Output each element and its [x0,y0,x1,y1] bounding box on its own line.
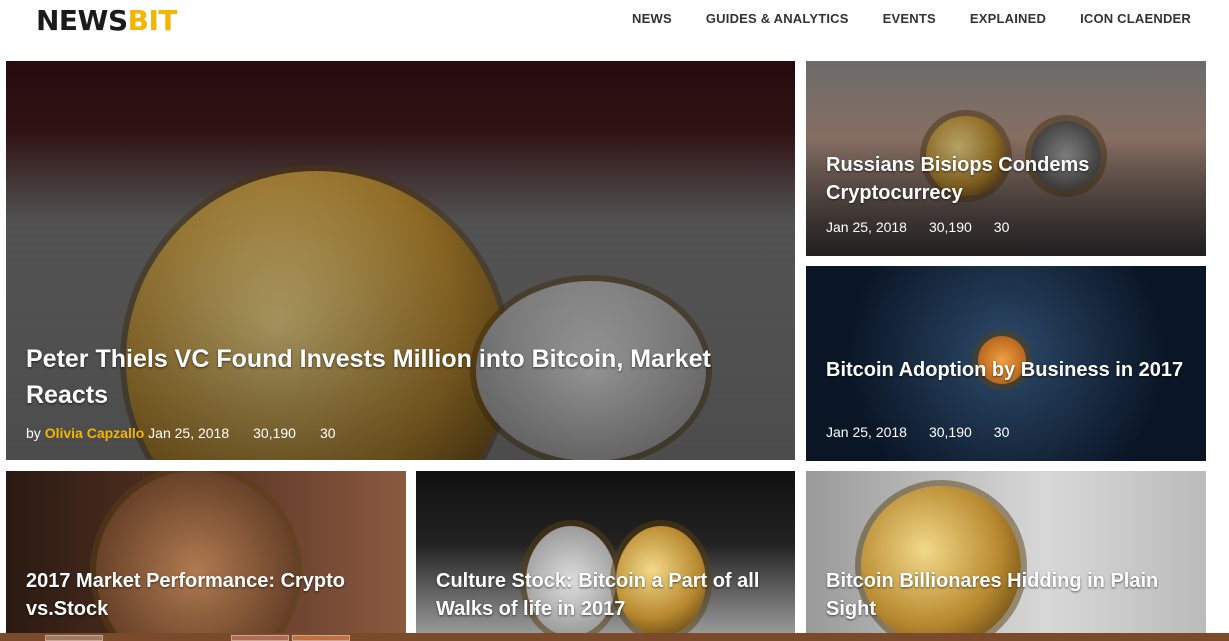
article-title[interactable]: Russians Bisiops Condems Cryptocurrecy [826,151,1196,207]
main-nav: NEWS GUIDES & ANALYTICS EVENTS EXPLAINED… [632,11,1191,26]
taskbar [0,633,1229,641]
date: Jan 25, 2018 [148,425,230,441]
bottom-article-card[interactable]: Bitcoin Billionares Hidding in Plain Sig… [806,471,1206,633]
article-title[interactable]: 2017 Market Performance: Crypto vs.Stock [26,567,406,623]
logo-text: NEWS [36,4,128,37]
views-count: 30,190 [253,425,296,441]
article-title[interactable]: Culture Stock: Bitcoin a Part of all Wal… [436,567,791,623]
nav-icon-calendar[interactable]: ICON CLAENDER [1080,11,1191,26]
article-title[interactable]: Bitcoin Billionares Hidding in Plain Sig… [826,567,1206,623]
bottom-article-card[interactable]: Culture Stock: Bitcoin a Part of all Wal… [416,471,795,633]
date: Jan 25, 2018 [826,424,907,440]
comments-count: 30 [993,219,1010,235]
taskbar-item[interactable] [292,635,350,641]
article-meta: Jan 25, 2018 30,190 30 [826,424,1009,440]
logo[interactable]: NEWSBIT [36,4,177,37]
bottom-article-card[interactable]: 2017 Market Performance: Crypto vs.Stock [6,471,406,633]
taskbar-item[interactable] [231,635,289,641]
author-link[interactable]: Olivia Capzallo [45,425,145,441]
nav-guides[interactable]: GUIDES & ANALYTICS [706,11,849,26]
views-count: 30,190 [928,424,972,440]
nav-news[interactable]: NEWS [632,11,672,26]
views-count: 30,190 [928,219,972,235]
side-article-card[interactable]: Bitcoin Adoption by Business in 2017 Jan… [806,266,1206,461]
comments-count: 30 [993,424,1010,440]
comments-count: 30 [319,425,336,441]
logo-accent: BIT [127,4,178,37]
side-article-card[interactable]: Russians Bisiops Condems Cryptocurrecy J… [806,61,1206,256]
nav-events[interactable]: EVENTS [883,11,936,26]
featured-title[interactable]: Peter Thiels VC Found Invests Million in… [26,341,746,413]
by-label: by [26,425,41,441]
taskbar-item[interactable] [45,635,103,641]
date: Jan 25, 2018 [826,219,907,235]
article-meta: Jan 25, 2018 30,190 30 [826,219,1009,235]
article-title[interactable]: Bitcoin Adoption by Business in 2017 [826,356,1196,384]
featured-meta: by Olivia Capzallo Jan 25, 2018 30,190 30 [26,425,336,441]
nav-explained[interactable]: EXPLAINED [970,11,1046,26]
featured-article-card[interactable]: Peter Thiels VC Found Invests Million in… [6,61,795,460]
